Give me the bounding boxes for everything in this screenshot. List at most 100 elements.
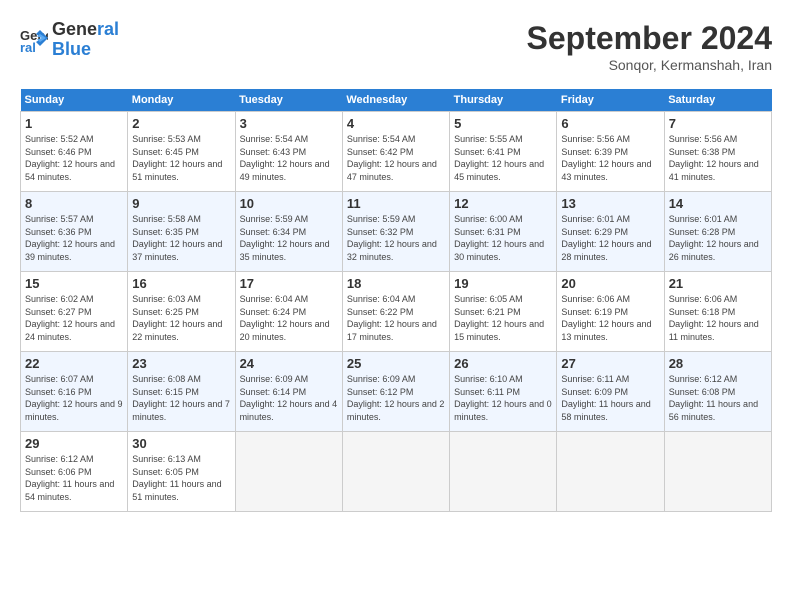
calendar-cell: 18 Sunrise: 6:04 AMSunset: 6:22 PMDayligh… — [342, 272, 449, 352]
title-block: September 2024 Sonqor, Kermanshah, Iran — [527, 20, 772, 73]
calendar-cell: 5 Sunrise: 5:55 AMSunset: 6:41 PMDaylight… — [450, 112, 557, 192]
calendar-cell: 30Sunrise: 6:13 AMSunset: 6:05 PMDayligh… — [128, 432, 235, 512]
calendar-cell: 25 Sunrise: 6:09 AMSunset: 6:12 PMDayligh… — [342, 352, 449, 432]
weekday-header-sunday: Sunday — [21, 89, 128, 112]
day-number: 9 — [132, 196, 230, 211]
calendar-cell: 20 Sunrise: 6:06 AMSunset: 6:19 PMDayligh… — [557, 272, 664, 352]
weekday-header-thursday: Thursday — [450, 89, 557, 112]
calendar-cell: 8 Sunrise: 5:57 AMSunset: 6:36 PMDaylight… — [21, 192, 128, 272]
calendar-week-3: 15 Sunrise: 6:02 AMSunset: 6:27 PMDayligh… — [21, 272, 772, 352]
calendar-cell: 13Sunrise: 6:01 AMSunset: 6:29 PMDayligh… — [557, 192, 664, 272]
day-number: 30 — [132, 436, 230, 451]
logo: Gene ral GeneralBlue — [20, 20, 119, 60]
calendar-table: SundayMondayTuesdayWednesdayThursdayFrid… — [20, 89, 772, 512]
day-number: 12 — [454, 196, 552, 211]
day-number: 7 — [669, 116, 767, 131]
day-number: 29 — [25, 436, 123, 451]
calendar-cell: 12Sunrise: 6:00 AMSunset: 6:31 PMDayligh… — [450, 192, 557, 272]
day-number: 15 — [25, 276, 123, 291]
day-number: 1 — [25, 116, 123, 131]
calendar-cell: 16 Sunrise: 6:03 AMSunset: 6:25 PMDayligh… — [128, 272, 235, 352]
calendar-week-1: 1 Sunrise: 5:52 AMSunset: 6:46 PMDaylight… — [21, 112, 772, 192]
day-info: Sunrise: 6:12 AMSunset: 6:08 PMDaylight:… — [669, 373, 767, 423]
svg-text:ral: ral — [20, 40, 36, 54]
calendar-cell: 15 Sunrise: 6:02 AMSunset: 6:27 PMDayligh… — [21, 272, 128, 352]
day-number: 20 — [561, 276, 659, 291]
calendar-week-2: 8 Sunrise: 5:57 AMSunset: 6:36 PMDaylight… — [21, 192, 772, 272]
calendar-cell: 26 Sunrise: 6:10 AMSunset: 6:11 PMDayligh… — [450, 352, 557, 432]
day-info: Sunrise: 5:54 AMSunset: 6:42 PMDaylight:… — [347, 133, 445, 183]
day-number: 16 — [132, 276, 230, 291]
calendar-cell: 29 Sunrise: 6:12 AMSunset: 6:06 PMDayligh… — [21, 432, 128, 512]
day-number: 23 — [132, 356, 230, 371]
day-info: Sunrise: 5:59 AMSunset: 6:32 PMDaylight:… — [347, 213, 445, 263]
day-info: Sunrise: 6:09 AMSunset: 6:14 PMDaylight:… — [240, 373, 338, 423]
day-info: Sunrise: 5:55 AMSunset: 6:41 PMDaylight:… — [454, 133, 552, 183]
day-number: 25 — [347, 356, 445, 371]
calendar-cell — [235, 432, 342, 512]
month-title: September 2024 — [527, 20, 772, 57]
weekday-header-friday: Friday — [557, 89, 664, 112]
day-number: 21 — [669, 276, 767, 291]
day-number: 14 — [669, 196, 767, 211]
weekday-header-saturday: Saturday — [664, 89, 771, 112]
day-number: 4 — [347, 116, 445, 131]
day-number: 26 — [454, 356, 552, 371]
day-info: Sunrise: 5:53 AMSunset: 6:45 PMDaylight:… — [132, 133, 230, 183]
calendar-cell — [557, 432, 664, 512]
day-info: Sunrise: 6:12 AMSunset: 6:06 PMDaylight:… — [25, 453, 123, 503]
calendar-cell: 19 Sunrise: 6:05 AMSunset: 6:21 PMDayligh… — [450, 272, 557, 352]
day-number: 8 — [25, 196, 123, 211]
calendar-cell: 23 Sunrise: 6:08 AMSunset: 6:15 PMDayligh… — [128, 352, 235, 432]
day-info: Sunrise: 6:11 AMSunset: 6:09 PMDaylight:… — [561, 373, 659, 423]
day-number: 3 — [240, 116, 338, 131]
calendar-cell: 24 Sunrise: 6:09 AMSunset: 6:14 PMDayligh… — [235, 352, 342, 432]
day-info: Sunrise: 6:05 AMSunset: 6:21 PMDaylight:… — [454, 293, 552, 343]
calendar-cell: 11 Sunrise: 5:59 AMSunset: 6:32 PMDayligh… — [342, 192, 449, 272]
calendar-cell: 9 Sunrise: 5:58 AMSunset: 6:35 PMDaylight… — [128, 192, 235, 272]
day-info: Sunrise: 5:52 AMSunset: 6:46 PMDaylight:… — [25, 133, 123, 183]
calendar-cell — [450, 432, 557, 512]
day-info: Sunrise: 5:56 AMSunset: 6:39 PMDaylight:… — [561, 133, 659, 183]
calendar-cell: 2 Sunrise: 5:53 AMSunset: 6:45 PMDaylight… — [128, 112, 235, 192]
day-info: Sunrise: 6:08 AMSunset: 6:15 PMDaylight:… — [132, 373, 230, 423]
day-number: 18 — [347, 276, 445, 291]
calendar-cell — [342, 432, 449, 512]
day-number: 24 — [240, 356, 338, 371]
calendar-cell: 21Sunrise: 6:06 AMSunset: 6:18 PMDayligh… — [664, 272, 771, 352]
day-info: Sunrise: 6:02 AMSunset: 6:27 PMDaylight:… — [25, 293, 123, 343]
day-number: 11 — [347, 196, 445, 211]
day-info: Sunrise: 5:58 AMSunset: 6:35 PMDaylight:… — [132, 213, 230, 263]
weekday-header-row: SundayMondayTuesdayWednesdayThursdayFrid… — [21, 89, 772, 112]
calendar-cell: 3 Sunrise: 5:54 AMSunset: 6:43 PMDaylight… — [235, 112, 342, 192]
day-info: Sunrise: 6:10 AMSunset: 6:11 PMDaylight:… — [454, 373, 552, 423]
day-number: 19 — [454, 276, 552, 291]
day-info: Sunrise: 6:06 AMSunset: 6:19 PMDaylight:… — [561, 293, 659, 343]
day-info: Sunrise: 5:59 AMSunset: 6:34 PMDaylight:… — [240, 213, 338, 263]
day-info: Sunrise: 6:01 AMSunset: 6:29 PMDaylight:… — [561, 213, 659, 263]
calendar-cell: 4 Sunrise: 5:54 AMSunset: 6:42 PMDaylight… — [342, 112, 449, 192]
calendar-cell: 6 Sunrise: 5:56 AMSunset: 6:39 PMDaylight… — [557, 112, 664, 192]
calendar-cell — [664, 432, 771, 512]
day-info: Sunrise: 6:04 AMSunset: 6:22 PMDaylight:… — [347, 293, 445, 343]
day-info: Sunrise: 5:54 AMSunset: 6:43 PMDaylight:… — [240, 133, 338, 183]
calendar-cell: 14Sunrise: 6:01 AMSunset: 6:28 PMDayligh… — [664, 192, 771, 272]
day-info: Sunrise: 6:09 AMSunset: 6:12 PMDaylight:… — [347, 373, 445, 423]
location-subtitle: Sonqor, Kermanshah, Iran — [527, 57, 772, 73]
day-info: Sunrise: 5:57 AMSunset: 6:36 PMDaylight:… — [25, 213, 123, 263]
day-number: 5 — [454, 116, 552, 131]
weekday-header-tuesday: Tuesday — [235, 89, 342, 112]
calendar-cell: 22Sunrise: 6:07 AMSunset: 6:16 PMDayligh… — [21, 352, 128, 432]
day-number: 28 — [669, 356, 767, 371]
day-number: 6 — [561, 116, 659, 131]
calendar-cell: 10 Sunrise: 5:59 AMSunset: 6:34 PMDayligh… — [235, 192, 342, 272]
calendar-cell: 7Sunrise: 5:56 AMSunset: 6:38 PMDaylight… — [664, 112, 771, 192]
day-number: 2 — [132, 116, 230, 131]
day-info: Sunrise: 6:03 AMSunset: 6:25 PMDaylight:… — [132, 293, 230, 343]
calendar-week-5: 29 Sunrise: 6:12 AMSunset: 6:06 PMDayligh… — [21, 432, 772, 512]
calendar-cell: 1 Sunrise: 5:52 AMSunset: 6:46 PMDaylight… — [21, 112, 128, 192]
day-number: 10 — [240, 196, 338, 211]
calendar-cell: 28 Sunrise: 6:12 AMSunset: 6:08 PMDayligh… — [664, 352, 771, 432]
weekday-header-wednesday: Wednesday — [342, 89, 449, 112]
day-number: 27 — [561, 356, 659, 371]
